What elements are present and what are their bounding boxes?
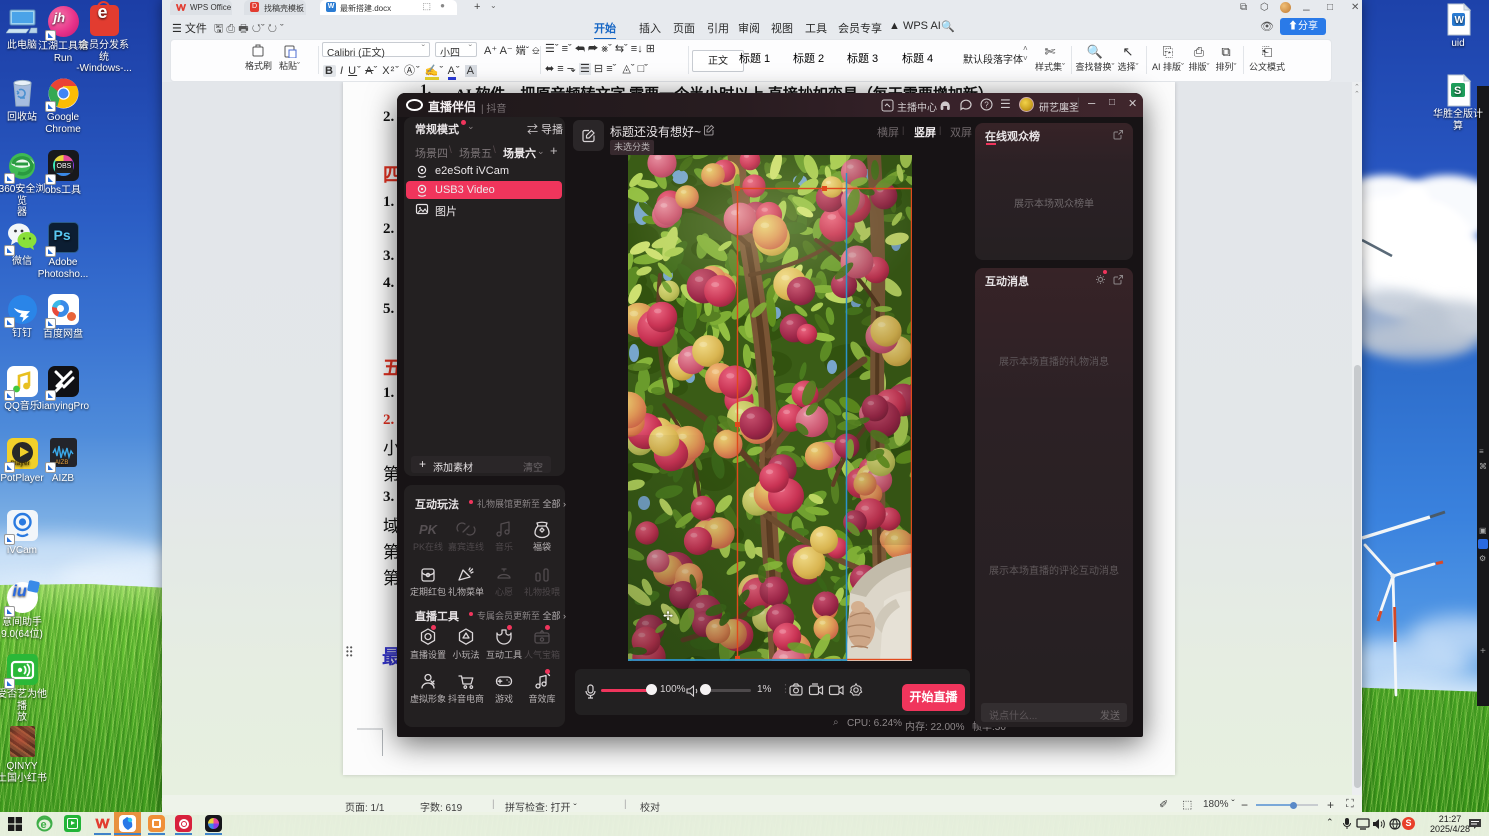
svg-text:e: e	[41, 819, 47, 831]
svg-text:S: S	[1454, 85, 1461, 97]
svg-text:AIZB: AIZB	[55, 460, 68, 466]
svg-text:PK: PK	[419, 522, 438, 537]
svg-text:W: W	[1454, 15, 1464, 26]
svg-text:?: ?	[984, 100, 989, 109]
